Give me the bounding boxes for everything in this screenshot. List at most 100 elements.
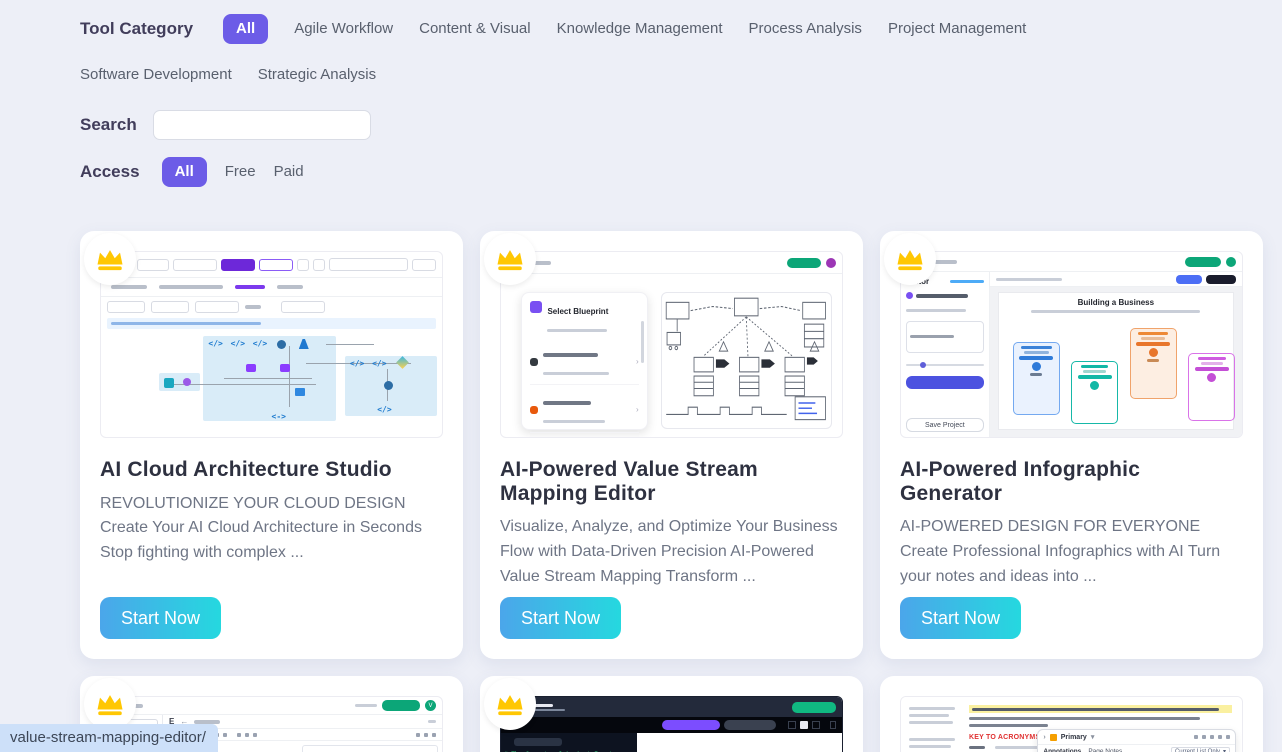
panel-title: Primary <box>1061 734 1087 741</box>
tool-card-pdf-annotator[interactable]: KEY TO ACRONYMS › <box>880 676 1263 752</box>
blueprint-list-item: › <box>530 344 638 385</box>
premium-crown-badge <box>484 678 536 730</box>
panel-header: › Primary ▾ <box>1038 730 1235 745</box>
tool-card-value-stream-mapping[interactable]: Select Blueprint › › <box>480 231 863 659</box>
editor-sidebar: Editor <box>901 272 990 437</box>
tool-description: AI-POWERED DESIGN FOR EVERYONE Create Pr… <box>900 515 1243 590</box>
tool-card-cloud-architecture[interactable]: AI Cloud Architecture Studio REVOLUTIONI… <box>80 231 463 659</box>
decor-text <box>543 372 609 375</box>
blueprint-list-item: › <box>530 392 638 433</box>
connector-line <box>289 346 290 407</box>
markdown-panel: # The Secrets of Ancient Egypt <box>501 733 637 752</box>
panel-actions <box>1194 735 1230 739</box>
thumb-info-banner <box>107 318 436 329</box>
decor-text <box>969 717 1200 720</box>
premium-crown-badge <box>84 233 136 285</box>
decor-text <box>194 720 220 724</box>
thumb-body: # The Secrets of Ancient Egypt <box>501 733 842 752</box>
thumb-body: Editor <box>901 272 1242 437</box>
decor-button-primary <box>221 259 255 271</box>
tool-title: AI Cloud Architecture Studio <box>100 458 443 482</box>
decor-text <box>909 721 953 724</box>
category-pill-project-management[interactable]: Project Management <box>888 14 1026 44</box>
access-pill-all[interactable]: All <box>162 157 207 187</box>
decor-button <box>195 301 239 313</box>
decor-text <box>543 420 605 423</box>
thumb-body: KEY TO ACRONYMS › <box>901 697 1242 752</box>
crown-icon <box>495 692 525 717</box>
category-pill-all[interactable]: All <box>223 14 268 44</box>
tab-page-notes: Page Notes <box>1088 748 1122 752</box>
canvas-area: Building a Business <box>990 272 1242 437</box>
kubernetes-icon <box>280 364 290 372</box>
format-icon <box>432 733 436 737</box>
decor-tab <box>111 285 147 289</box>
tool-card-infographic-generator[interactable]: Editor <box>880 231 1263 659</box>
content-generator-icon <box>906 292 913 299</box>
access-pill-paid[interactable]: Paid <box>274 157 304 187</box>
sort-icon <box>1202 735 1206 739</box>
chevron-right-icon: › <box>636 405 639 414</box>
decor-button <box>107 301 145 313</box>
blueprint-icon <box>530 301 542 313</box>
tool-thumbnail[interactable]: # The Secrets of Ancient Egypt <box>500 696 843 752</box>
tool-thumbnail[interactable] <box>100 251 443 438</box>
category-pill-process-analysis[interactable]: Process Analysis <box>749 14 862 44</box>
tool-thumbnail[interactable]: Select Blueprint › › <box>500 251 843 438</box>
category-pill-knowledge-management[interactable]: Knowledge Management <box>557 14 723 44</box>
start-now-button[interactable]: Start Now <box>500 597 621 639</box>
decor-button <box>173 259 217 271</box>
start-now-button[interactable]: Start Now <box>100 597 221 639</box>
prompt-textarea <box>906 321 984 353</box>
filter-select: Current List Only ▾ <box>1171 747 1230 752</box>
access-pill-free[interactable]: Free <box>225 157 256 187</box>
download-icon <box>297 259 309 271</box>
slider-handle <box>920 362 926 368</box>
api-icon <box>231 339 245 348</box>
decor-button-outline <box>259 259 293 271</box>
decor-text <box>1081 365 1108 368</box>
analytics-icon <box>164 378 174 388</box>
api-icon <box>208 339 222 348</box>
bot-service-icon <box>277 340 286 349</box>
decor-text <box>909 707 955 710</box>
modal-header: Select Blueprint <box>530 301 638 337</box>
start-now-button[interactable]: Start Now <box>900 597 1021 639</box>
notebook-icon <box>1050 734 1057 741</box>
thumb-toolbar <box>101 252 442 278</box>
format-icon <box>416 733 420 737</box>
premium-crown-badge <box>484 233 536 285</box>
thumb-header-dark <box>501 697 842 717</box>
decor-text <box>245 305 261 309</box>
decor-text <box>1024 351 1049 354</box>
item-icon <box>530 358 538 366</box>
tool-description: Visualize, Analyze, and Optimize Your Bu… <box>500 515 843 590</box>
timeline-card-blue <box>1013 342 1060 415</box>
bot-service-icon <box>384 381 393 390</box>
tool-card-markmap-studio[interactable]: # The Secrets of Ancient Egypt <box>480 676 863 752</box>
thumb-header: V <box>101 697 442 715</box>
decor-subtitle <box>1031 310 1200 313</box>
search-icon <box>1194 735 1198 739</box>
infographic-title: Building a Business <box>999 298 1233 307</box>
format-icon <box>253 733 257 737</box>
category-pill-content-visual[interactable]: Content & Visual <box>419 14 530 44</box>
tool-thumbnail[interactable]: KEY TO ACRONYMS › <box>900 696 1243 752</box>
category-pill-agile-workflow[interactable]: Agile Workflow <box>294 14 393 44</box>
decor-button-green <box>382 700 420 711</box>
decor-text <box>1201 362 1224 365</box>
fullscreen-icon <box>812 721 820 729</box>
collapse-icon: › <box>1043 734 1045 741</box>
decor-text <box>969 746 985 749</box>
category-pill-strategic-analysis[interactable]: Strategic Analysis <box>258 60 376 90</box>
timeline-card-magenta <box>1188 353 1235 421</box>
format-icon <box>424 733 428 737</box>
decor-strip <box>1136 342 1170 346</box>
decor-text <box>1083 370 1106 373</box>
search-input[interactable] <box>153 110 371 140</box>
category-pill-software-development[interactable]: Software Development <box>80 60 232 90</box>
api-icon <box>372 359 386 368</box>
connector-line <box>224 378 313 379</box>
tool-thumbnail[interactable]: Editor <box>900 251 1243 438</box>
api-icon <box>377 405 391 414</box>
